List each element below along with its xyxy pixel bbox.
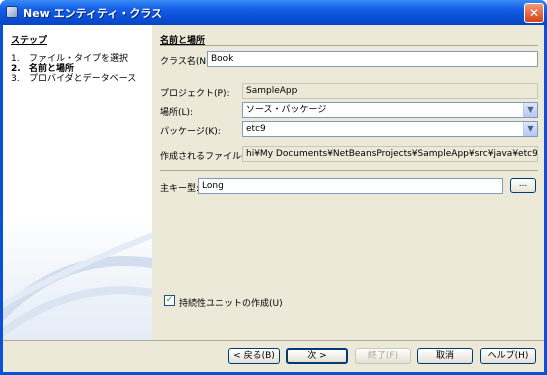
back-button[interactable]: < 戻る(B) xyxy=(228,348,280,364)
button-bar-divider xyxy=(3,340,544,341)
dialog-client: ステップ 1. ファイル・タイプを選択 2. 名前と場所 3. プロバイダとデータベー… xyxy=(3,25,544,372)
next-button[interactable]: 次 > xyxy=(286,348,348,364)
location-value: ソース・パッケージ xyxy=(246,105,327,115)
project-label: プロジェクト(P): xyxy=(160,89,230,99)
cancel-button[interactable]: 取消 xyxy=(417,348,473,364)
section-divider xyxy=(160,45,538,46)
decorative-swirl-graphic xyxy=(3,232,152,338)
package-value: etc9 xyxy=(246,124,266,134)
created-file-field: hi¥My Documents¥NetBeansProjects¥SampleA… xyxy=(242,146,538,162)
package-label: パッケージ(K): xyxy=(160,127,221,137)
form-divider xyxy=(160,170,538,171)
package-combobox[interactable]: etc9 ▼ xyxy=(242,121,538,137)
browse-button[interactable]: ... xyxy=(510,178,536,193)
persistence-unit-checkbox[interactable]: ✓ xyxy=(164,295,175,306)
chevron-down-icon[interactable]: ▼ xyxy=(523,103,537,117)
form-area: 名前と場所 クラス名(N): Book プロジェクト(P): SampleApp… xyxy=(152,25,544,340)
close-button[interactable]: ✕ xyxy=(524,3,544,23)
steps-panel: ステップ 1. ファイル・タイプを選択 2. 名前と場所 3. プロバイダとデータベー… xyxy=(3,25,152,340)
class-name-label: クラス名(N): xyxy=(160,57,213,67)
location-label: 場所(L): xyxy=(160,108,194,118)
primary-key-label: 主キー型: xyxy=(160,184,200,194)
steps-heading: ステップ xyxy=(11,36,48,46)
finish-button[interactable]: 終了(F) xyxy=(355,348,411,364)
step-item: 3. プロバイダとデータベース xyxy=(11,74,137,84)
class-name-input[interactable]: Book xyxy=(207,51,538,67)
window-title: New エンティティ・クラス xyxy=(23,7,163,20)
primary-key-input[interactable]: Long xyxy=(198,178,503,194)
title-bar[interactable]: New エンティティ・クラス ✕ xyxy=(0,0,547,25)
location-combobox[interactable]: ソース・パッケージ ▼ xyxy=(242,102,538,118)
persistence-unit-label[interactable]: 持続性ユニットの作成(U) xyxy=(179,296,283,309)
app-icon xyxy=(6,6,18,18)
chevron-down-icon[interactable]: ▼ xyxy=(523,122,537,136)
project-field: SampleApp xyxy=(242,83,538,99)
dialog-window: New エンティティ・クラス ✕ ステップ 1. ファイル・タイプを選択 2. 名前… xyxy=(0,0,547,375)
help-button[interactable]: ヘルプ(H) xyxy=(480,348,536,364)
